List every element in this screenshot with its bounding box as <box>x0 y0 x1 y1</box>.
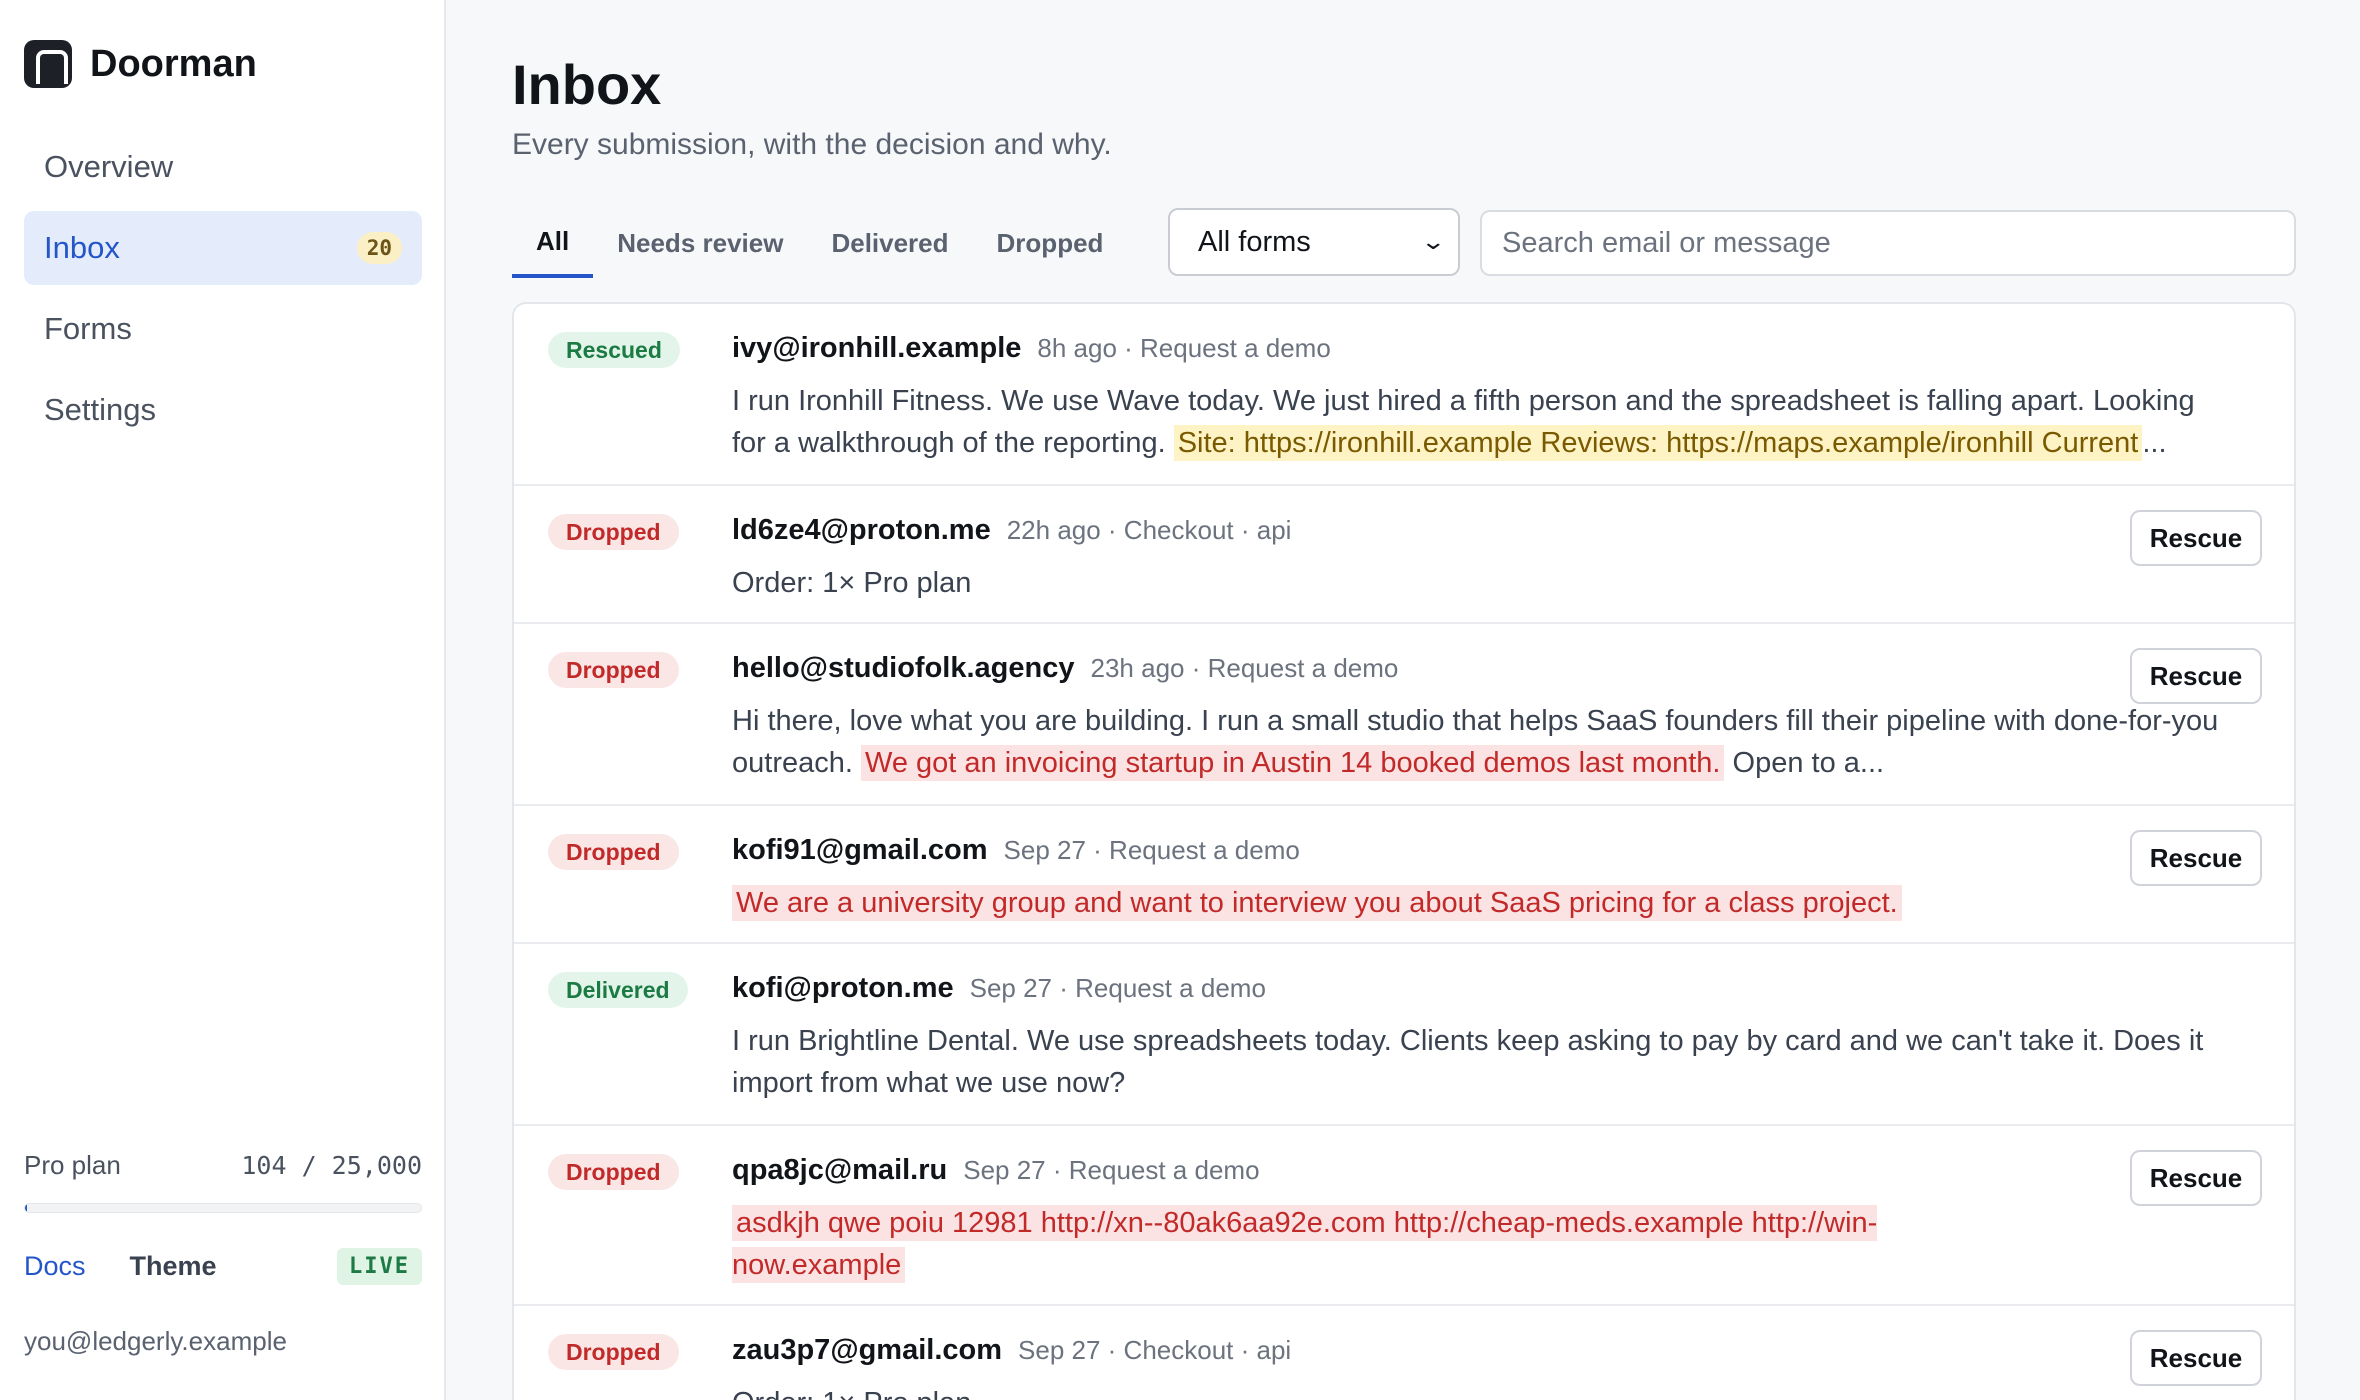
theme-button[interactable]: Theme <box>130 1251 217 1282</box>
table-row[interactable]: Dropped kofi91@gmail.com Sep 27 · Reques… <box>514 806 2294 944</box>
rescue-button[interactable]: Rescue <box>2130 510 2262 566</box>
sender-email: kofi@proton.me <box>732 972 954 1004</box>
rescue-button[interactable]: Rescue <box>2130 648 2262 704</box>
tab-all[interactable]: All <box>512 208 594 278</box>
brand[interactable]: Doorman <box>24 40 257 88</box>
sidebar-item-label: Forms <box>44 311 132 346</box>
flagged-text: We are a university group and want to in… <box>732 885 1902 921</box>
row-meta: 8h ago · Request a demo <box>1037 333 1331 363</box>
page-subtitle: Every submission, with the decision and … <box>512 128 1112 161</box>
plan-usage-fill <box>25 1204 28 1212</box>
tab-dropped[interactable]: Dropped <box>973 208 1128 278</box>
flagged-text: asdkjh qwe poiu 12981 http://xn--80ak6aa… <box>732 1205 1878 1283</box>
sender-email: ld6ze4@proton.me <box>732 514 991 546</box>
message-preview: We are a university group and want to in… <box>732 882 2232 924</box>
forms-select[interactable]: All forms ⌄ <box>1168 208 1460 276</box>
row-meta: Sep 27 · Request a demo <box>963 1155 1260 1185</box>
forms-select-value: All forms <box>1198 225 1311 258</box>
message-tail: Open to a... <box>1732 747 1885 779</box>
row-meta: Sep 27 · Checkout · api <box>1018 1335 1292 1365</box>
table-row[interactable]: Delivered kofi@proton.me Sep 27 · Reques… <box>514 944 2294 1126</box>
message-text: Order: 1× Pro plan <box>732 1387 971 1400</box>
filter-tabs: All Needs review Delivered Dropped <box>512 208 1127 278</box>
status-badge: Dropped <box>548 1334 679 1370</box>
search-placeholder: Search email or message <box>1502 226 1831 259</box>
status-badge: Dropped <box>548 652 679 688</box>
sidebar-item-label: Overview <box>44 149 174 184</box>
row-header: qpa8jc@mail.ru Sep 27 · Request a demo <box>732 1154 1260 1187</box>
row-meta: 23h ago · Request a demo <box>1090 653 1399 683</box>
tab-needs-review[interactable]: Needs review <box>593 208 807 278</box>
plan-usage-bar <box>24 1203 422 1213</box>
sender-email: qpa8jc@mail.ru <box>732 1154 948 1186</box>
docs-link[interactable]: Docs <box>24 1251 86 1282</box>
sender-email: zau3p7@gmail.com <box>732 1334 1003 1366</box>
message-preview: I run Brightline Dental. We use spreadsh… <box>732 1020 2232 1104</box>
user-email[interactable]: you@ledgerly.example <box>24 1326 287 1357</box>
row-header: kofi91@gmail.com Sep 27 · Request a demo <box>732 834 1300 867</box>
message-preview: Order: 1× Pro plan <box>732 562 2232 604</box>
sidebar-item-settings[interactable]: Settings <box>24 373 422 447</box>
page-title: Inbox <box>512 53 662 116</box>
table-row[interactable]: Dropped zau3p7@gmail.com Sep 27 · Checko… <box>514 1306 2294 1400</box>
row-header: kofi@proton.me Sep 27 · Request a demo <box>732 972 1266 1005</box>
table-row[interactable]: Rescued ivy@ironhill.example 8h ago · Re… <box>514 304 2294 486</box>
status-badge: Delivered <box>548 972 688 1008</box>
plan-usage: 104 / 25,000 <box>241 1151 422 1180</box>
row-meta: Sep 27 · Request a demo <box>1003 835 1300 865</box>
message-preview: asdkjh qwe poiu 12981 http://xn--80ak6aa… <box>732 1202 1942 1286</box>
rescue-button[interactable]: Rescue <box>2130 1330 2262 1386</box>
status-badge: Dropped <box>548 834 679 870</box>
sidebar-item-overview[interactable]: Overview <box>24 130 422 204</box>
sender-email: kofi91@gmail.com <box>732 834 988 866</box>
search-input[interactable]: Search email or message <box>1480 210 2296 276</box>
app-name: Doorman <box>90 42 257 85</box>
sidebar-item-forms[interactable]: Forms <box>24 292 422 366</box>
plan-label: Pro plan <box>24 1150 121 1180</box>
status-badge: Dropped <box>548 514 679 550</box>
sidebar-nav: Overview Inbox 20 Forms Settings <box>24 130 422 454</box>
live-status-badge: LIVE <box>337 1248 422 1285</box>
chevron-down-icon: ⌄ <box>1419 229 1446 254</box>
message-text: Order: 1× Pro plan <box>732 567 972 599</box>
plan-row: Pro plan 104 / 25,000 <box>24 1150 422 1181</box>
rescue-button[interactable]: Rescue <box>2130 830 2262 886</box>
message-preview: Order: 1× Pro plan <box>732 1382 2232 1400</box>
rescue-button[interactable]: Rescue <box>2130 1150 2262 1206</box>
row-header: hello@studiofolk.agency 23h ago · Reques… <box>732 652 1398 685</box>
row-header: zau3p7@gmail.com Sep 27 · Checkout · api <box>732 1334 1291 1367</box>
message-preview: I run Ironhill Fitness. We use Wave toda… <box>732 380 2232 464</box>
message-tail: ... <box>2142 427 2167 459</box>
table-row[interactable]: Dropped ld6ze4@proton.me 22h ago · Check… <box>514 486 2294 624</box>
sidebar-item-label: Inbox <box>44 230 120 265</box>
sidebar-item-inbox[interactable]: Inbox 20 <box>24 211 422 285</box>
sidebar: Doorman Overview Inbox 20 Forms Settings… <box>0 0 446 1400</box>
status-badge: Rescued <box>548 332 680 368</box>
row-header: ld6ze4@proton.me 22h ago · Checkout · ap… <box>732 514 1291 547</box>
sidebar-item-label: Settings <box>44 392 157 427</box>
sidebar-footer: Docs Theme LIVE <box>24 1248 422 1285</box>
message-preview: Hi there, love what you are building. I … <box>732 700 2232 784</box>
sender-email: hello@studiofolk.agency <box>732 652 1075 684</box>
door-icon <box>24 40 72 88</box>
sender-email: ivy@ironhill.example <box>732 332 1022 364</box>
row-header: ivy@ironhill.example 8h ago · Request a … <box>732 332 1331 365</box>
inbox-count-badge: 20 <box>356 232 402 264</box>
row-meta: 22h ago · Checkout · api <box>1006 515 1292 545</box>
row-meta: Sep 27 · Request a demo <box>969 973 1266 1003</box>
tab-delivered[interactable]: Delivered <box>807 208 972 278</box>
table-row[interactable]: Dropped qpa8jc@mail.ru Sep 27 · Request … <box>514 1126 2294 1306</box>
flagged-text: Site: https://ironhill.example Reviews: … <box>1173 425 2143 461</box>
flagged-text: We got an invoicing startup in Austin 14… <box>860 745 1725 781</box>
status-badge: Dropped <box>548 1154 679 1190</box>
table-row[interactable]: Dropped hello@studiofolk.agency 23h ago … <box>514 624 2294 806</box>
submission-list: Rescued ivy@ironhill.example 8h ago · Re… <box>512 302 2296 1400</box>
message-text: I run Brightline Dental. We use spreadsh… <box>732 1025 2204 1099</box>
